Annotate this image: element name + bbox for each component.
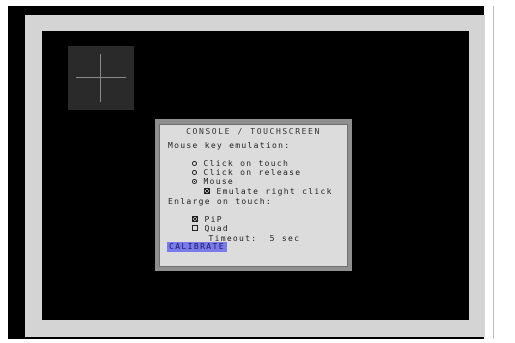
crosshair-icon: [76, 77, 126, 78]
crosshair-icon-vertical: [100, 54, 101, 102]
enlarge-heading: Enlarge on touch:: [168, 197, 272, 206]
checkbox-label: Emulate right click: [216, 187, 333, 196]
touchscreen-dialog: CONSOLE / TOUCHSCREEN Mouse key emulatio…: [159, 124, 348, 267]
dialog-title: CONSOLE / TOUCHSCREEN: [183, 127, 324, 136]
mouse-key-heading: Mouse key emulation:: [168, 141, 291, 150]
calibrate-button[interactable]: CALIBRATE: [167, 242, 227, 252]
dialog-title-bar: CONSOLE / TOUCHSCREEN: [160, 119, 347, 138]
calibration-target[interactable]: [68, 46, 134, 110]
checkbox-checked-icon[interactable]: [204, 188, 211, 194]
timeout-value[interactable]: 5 sec: [270, 234, 301, 243]
divider: [493, 6, 494, 339]
